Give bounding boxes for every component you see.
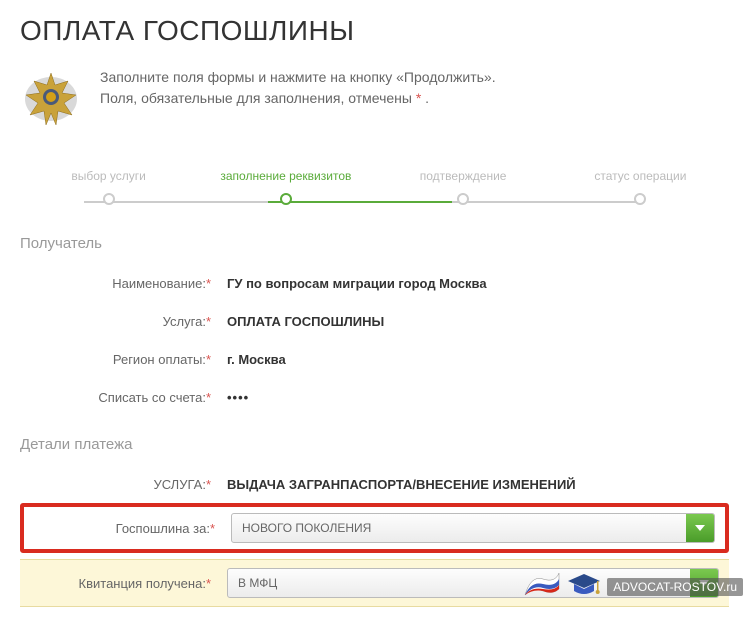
watermark-text: ADVOCAT-ROSTOV.ru	[607, 578, 743, 596]
row-region: Регион оплаты:* г. Москва	[20, 340, 729, 378]
step-dot	[280, 193, 292, 205]
section-recipient-header: Получатель	[20, 235, 729, 252]
label-receipt: Квитанция получена:*	[20, 576, 215, 591]
step-dot	[457, 193, 469, 205]
value-service: ОПЛАТА ГОСПОШЛИНЫ	[215, 314, 384, 329]
step-label: заполнение реквизитов	[220, 169, 351, 183]
progress-stepper: выбор услуги заполнение реквизитов подтв…	[20, 169, 729, 205]
watermark: ADVOCAT-ROSTOV.ru	[523, 571, 743, 602]
label-detail-service: УСЛУГА:*	[20, 477, 215, 492]
value-region: г. Москва	[215, 352, 286, 367]
step-label: выбор услуги	[71, 169, 146, 183]
step-label: статус операции	[594, 169, 686, 183]
section-details-header: Детали платежа	[20, 436, 729, 453]
graduation-cap-icon	[565, 571, 603, 602]
label-service: Услуга:*	[20, 314, 215, 329]
step-label: подтверждение	[420, 169, 507, 183]
row-fee-highlighted: Госпошлина за:* НОВОГО ПОКОЛЕНИЯ	[20, 503, 729, 553]
emblem-icon	[20, 67, 82, 129]
label-region: Регион оплаты:*	[20, 352, 215, 367]
label-account: Списать со счета:*	[20, 390, 215, 405]
select-fee[interactable]: НОВОГО ПОКОЛЕНИЯ	[231, 513, 715, 543]
step-select-service: выбор услуги	[20, 169, 197, 205]
intro-line-2: Поля, обязательные для заполнения, отмеч…	[100, 88, 496, 109]
intro-text: Заполните поля формы и нажмите на кнопку…	[100, 67, 496, 109]
intro-section: Заполните поля формы и нажмите на кнопку…	[20, 67, 729, 129]
step-confirmation: подтверждение	[375, 169, 552, 205]
flag-icon	[523, 571, 561, 602]
label-recipient-name: Наименование:*	[20, 276, 215, 291]
label-fee: Госпошлина за:*	[24, 521, 219, 536]
row-service: Услуга:* ОПЛАТА ГОСПОШЛИНЫ	[20, 302, 729, 340]
step-dot	[103, 193, 115, 205]
value-recipient-name: ГУ по вопросам миграции город Москва	[215, 276, 487, 291]
step-dot	[634, 193, 646, 205]
value-account: ••••	[215, 390, 249, 405]
step-status: статус операции	[552, 169, 729, 205]
row-recipient-name: Наименование:* ГУ по вопросам миграции г…	[20, 264, 729, 302]
row-account: Списать со счета:* ••••	[20, 378, 729, 416]
intro-line-1: Заполните поля формы и нажмите на кнопку…	[100, 67, 496, 88]
select-fee-value[interactable]: НОВОГО ПОКОЛЕНИЯ	[231, 513, 715, 543]
chevron-down-icon[interactable]	[686, 514, 714, 542]
step-fill-details: заполнение реквизитов	[197, 169, 374, 205]
page-title: ОПЛАТА ГОСПОШЛИНЫ	[20, 15, 729, 47]
value-detail-service: ВЫДАЧА ЗАГРАНПАСПОРТА/ВНЕСЕНИЕ ИЗМЕНЕНИЙ	[215, 477, 576, 492]
row-detail-service: УСЛУГА:* ВЫДАЧА ЗАГРАНПАСПОРТА/ВНЕСЕНИЕ …	[20, 465, 729, 503]
